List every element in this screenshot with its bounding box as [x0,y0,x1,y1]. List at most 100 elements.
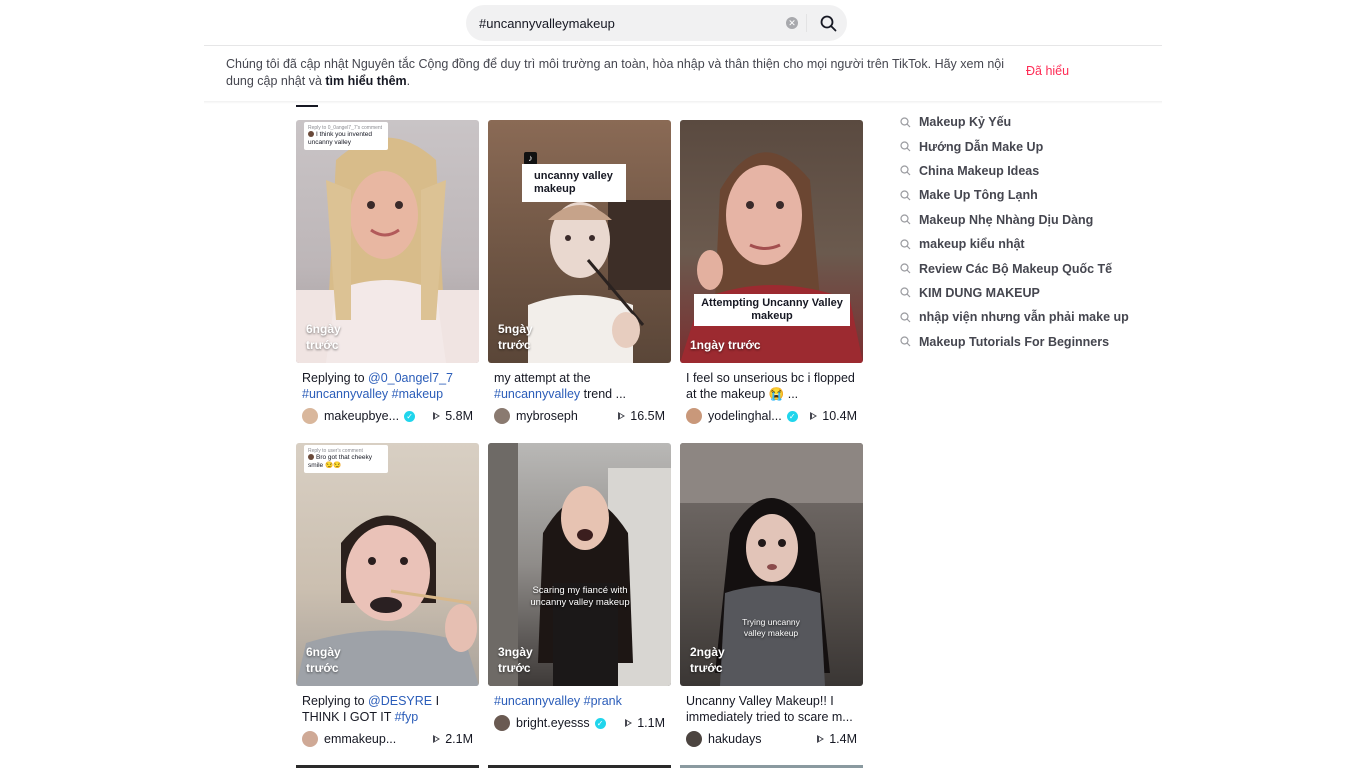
search-icon [900,117,911,128]
mention-link[interactable]: @0_0angel7_7 [368,371,453,385]
search-input[interactable] [479,12,779,34]
avatar[interactable] [494,408,510,424]
related-search-label: Makeup Nhẹ Nhàng Dịu Dàng [919,212,1094,227]
video-card[interactable]: Attempting Uncanny Valley makeup 1ngày t… [680,120,863,426]
banner-text: Chúng tôi đã cập nhật Nguyên tắc Cộng đồ… [226,56,1016,90]
video-caption: Uncanny Valley Makeup!! I immediately tr… [686,694,853,724]
video-thumbnail[interactable]: Scaring my fiancé with uncanny valley ma… [488,443,671,686]
search-icon [900,165,911,176]
video-thumbnail[interactable]: Reply to 0_0angel7_7's comment I think y… [296,120,479,363]
learn-more-link[interactable]: tìm hiểu thêm [325,74,406,88]
video-meta: yodelinghal... ✓ 10.4M [686,406,857,426]
view-count-value: 1.1M [637,716,665,730]
related-search-item[interactable]: makeup kiểu nhật [900,232,1160,256]
author-name[interactable]: bright.eyesss [516,716,590,730]
hashtag-link[interactable]: #uncannyvalley [494,387,580,401]
related-search-label: Makeup Kỷ Yếu [919,115,1012,130]
comment-text: Bro got that cheeky smile 😏😏 [308,454,373,469]
search-icon [900,336,911,347]
view-count-value: 2.1M [445,732,473,746]
avatar[interactable] [302,408,318,424]
posted-time: 6ngày trước [306,645,341,675]
avatar[interactable] [686,731,702,747]
video-text-overlay: uncanny valley makeup [522,164,626,202]
search-bar: ✕ [466,5,847,41]
posted-time: 1ngày trước [690,338,761,352]
verified-badge-icon: ✓ [594,717,606,729]
video-thumbnail[interactable]: Reply to user's comment Bro got that che… [296,443,479,686]
related-searches: Makeup Kỷ Yếu Hướng Dẫn Make Up China Ma… [900,110,1160,354]
author-name[interactable]: makeupbye... [324,409,399,423]
related-search-item[interactable]: Makeup Tutorials For Beginners [900,330,1160,354]
avatar[interactable] [686,408,702,424]
search-icon [820,15,837,31]
video-card[interactable]: Reply to 0_0angel7_7's comment I think y… [296,120,479,426]
video-caption: Replying to @0_0angel7_7 #uncannyvalley #… [302,370,473,402]
banner-period: . [406,74,411,88]
video-card[interactable]: ♪ uncanny valley makeup 5ngày trước my a… [488,120,671,426]
commenter-avatar [308,454,314,460]
video-text-overlay: Attempting Uncanny Valley makeup [694,294,850,326]
video-card[interactable]: Trying uncanny valley makeup 2ngày trước… [680,443,863,749]
caption-text: Replying to [302,371,369,385]
mention-link[interactable]: @DESYRE [368,694,432,708]
related-search-item[interactable]: Make Up Tông Lạnh [900,183,1160,207]
view-count: 1.4M [817,732,857,746]
verified-badge-icon: ✓ [786,410,798,422]
video-text-overlay: Trying uncanny valley makeup [742,617,800,638]
search-icon [900,214,911,225]
author-name[interactable]: hakudays [708,732,762,746]
search-icon [900,263,911,274]
view-count: 10.4M [810,409,857,423]
search-button[interactable] [810,5,847,41]
video-text-overlay: Scaring my fiancé with uncanny valley ma… [530,585,630,608]
author-name[interactable]: mybroseph [516,409,578,423]
video-thumbnail[interactable]: ♪ uncanny valley makeup 5ngày trước [488,120,671,363]
posted-time: 2ngày trước [690,645,725,675]
author-name[interactable]: yodelinghal... [708,409,782,423]
view-count-value: 1.4M [829,732,857,746]
video-meta: hakudays 1.4M [686,729,857,749]
related-search-item[interactable]: Review Các Bộ Makeup Quốc Tế [900,256,1160,280]
verified-badge-icon: ✓ [404,410,416,422]
search-icon [900,190,911,201]
view-count-value: 10.4M [822,409,857,423]
video-thumbnail[interactable]: Trying uncanny valley makeup 2ngày trước [680,443,863,686]
related-search-item[interactable]: nhập viện nhưng vẫn phải make up [900,305,1160,329]
video-caption: I feel so unserious bc i flopped at the … [686,371,855,401]
related-search-label: KIM DUNG MAKEUP [919,285,1040,300]
video-card[interactable]: Scaring my fiancé with uncanny valley ma… [488,443,671,733]
related-search-label: makeup kiểu nhật [919,237,1025,252]
related-search-item[interactable]: Makeup Nhẹ Nhàng Dịu Dàng [900,208,1160,232]
avatar[interactable] [302,731,318,747]
view-count: 5.8M [433,409,473,423]
play-icon [433,734,441,743]
search-divider [806,14,807,32]
active-tab-indicator [296,105,318,107]
related-search-item[interactable]: KIM DUNG MAKEUP [900,281,1160,305]
video-caption: Replying to @DESYRE I THINK I GOT IT #fy… [302,693,473,725]
dismiss-banner-button[interactable]: Đã hiểu [1026,64,1069,78]
video-thumbnail[interactable]: Attempting Uncanny Valley makeup 1ngày t… [680,120,863,363]
view-count: 1.1M [625,716,665,730]
search-icon [900,141,911,152]
related-search-label: Review Các Bộ Makeup Quốc Tế [919,261,1113,276]
related-search-label: Hướng Dẫn Make Up [919,139,1044,154]
reply-comment-sticker: Reply to user's comment Bro got that che… [304,445,388,473]
author-name[interactable]: emmakeup... [324,732,396,746]
reply-comment-sticker: Reply to 0_0angel7_7's comment I think y… [304,122,388,150]
video-meta: bright.eyesss ✓ 1.1M [494,713,665,733]
banner-shadow [204,101,1162,104]
clear-search-icon[interactable]: ✕ [786,17,798,29]
avatar[interactable] [494,715,510,731]
video-card[interactable]: Reply to user's comment Bro got that che… [296,443,479,749]
play-icon [810,411,818,420]
play-icon [618,411,626,420]
hashtag-link[interactable]: #uncannyvalley #makeup [302,387,443,401]
related-search-item[interactable]: Hướng Dẫn Make Up [900,134,1160,158]
hashtag-link[interactable]: #uncannyvalley #prank [494,694,622,708]
play-icon [817,734,825,743]
related-search-item[interactable]: Makeup Kỷ Yếu [900,110,1160,134]
related-search-item[interactable]: China Makeup Ideas [900,159,1160,183]
related-search-label: Makeup Tutorials For Beginners [919,334,1110,349]
